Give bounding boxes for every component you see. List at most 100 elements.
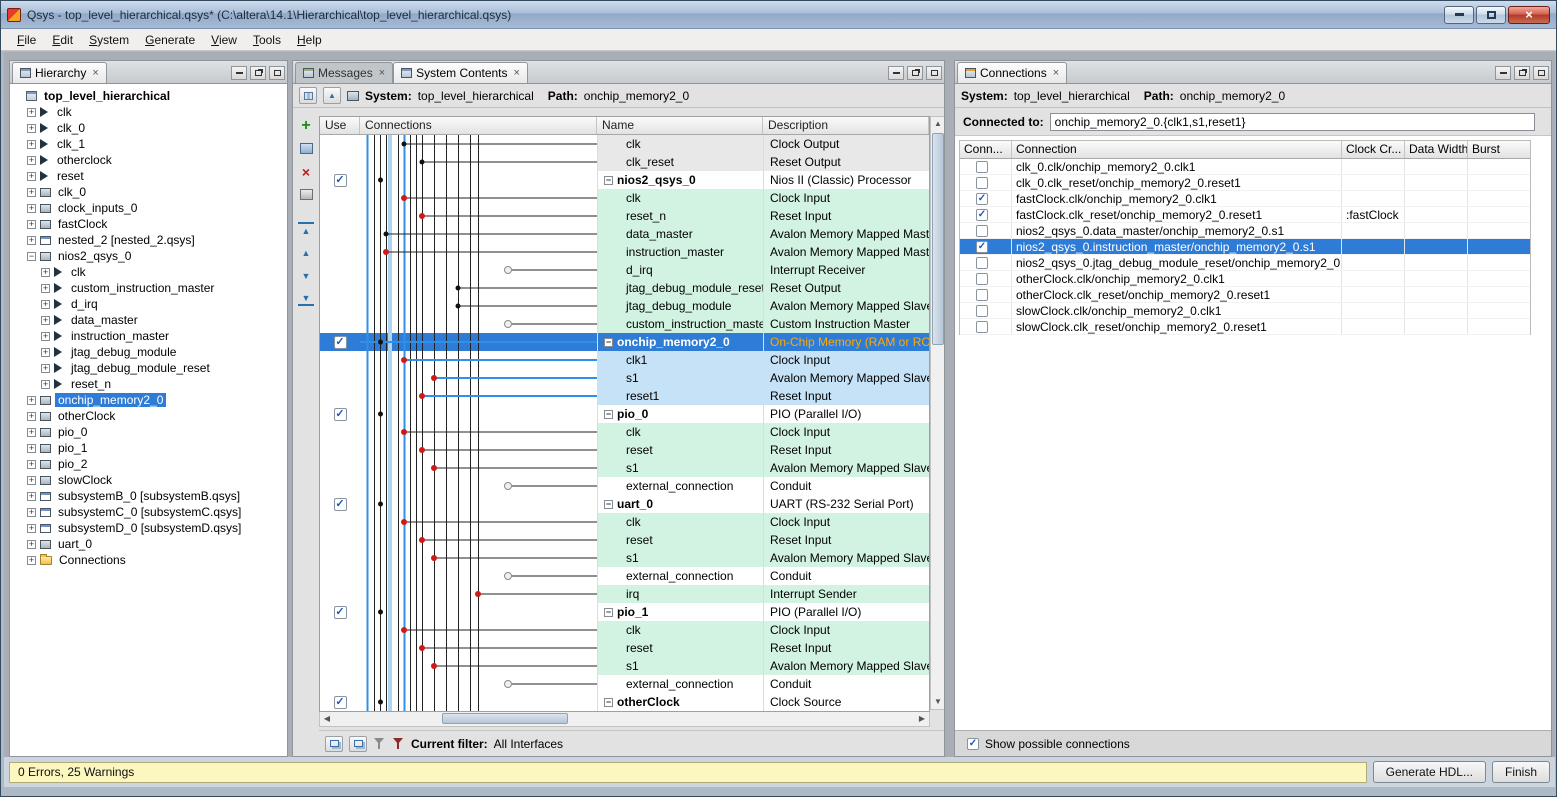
- expand-box[interactable]: +: [27, 524, 36, 533]
- expand-box[interactable]: +: [27, 492, 36, 501]
- expand-box[interactable]: +: [41, 332, 50, 341]
- scroll-up-icon[interactable]: ▲: [931, 117, 945, 131]
- contents-row[interactable]: irqInterrupt Sender: [320, 585, 929, 603]
- tree-item[interactable]: +otherclock: [12, 152, 285, 168]
- expand-box[interactable]: +: [41, 316, 50, 325]
- tree-item[interactable]: +pio_0: [12, 424, 285, 440]
- move-up-button[interactable]: ▲: [298, 245, 314, 260]
- expand-box[interactable]: +: [27, 476, 36, 485]
- connection-checkbox[interactable]: [976, 161, 988, 173]
- contents-row[interactable]: s1Avalon Memory Mapped Slave: [320, 657, 929, 675]
- tree-item[interactable]: +slowClock: [12, 472, 285, 488]
- tree-item[interactable]: +custom_instruction_master: [12, 280, 285, 296]
- connection-row[interactable]: ✓fastClock.clk_reset/onchip_memory2_0.re…: [960, 207, 1530, 223]
- tab-messages[interactable]: Messages ×: [295, 62, 393, 83]
- tree-item[interactable]: +jtag_debug_module: [12, 344, 285, 360]
- show-possible-connections-checkbox[interactable]: ✓: [967, 738, 979, 750]
- tree-item[interactable]: +fastClock: [12, 216, 285, 232]
- tree-item[interactable]: +Connections: [12, 552, 285, 568]
- generate-hdl-button[interactable]: Generate HDL...: [1373, 761, 1486, 783]
- connection-checkbox[interactable]: [976, 289, 988, 301]
- connection-row[interactable]: slowClock.clk/onchip_memory2_0.clk1: [960, 303, 1530, 319]
- expand-box[interactable]: +: [27, 220, 36, 229]
- tree-item[interactable]: +jtag_debug_module_reset: [12, 360, 285, 376]
- column-header-connections[interactable]: Connections: [360, 117, 597, 134]
- expand-box[interactable]: +: [27, 172, 36, 181]
- status-message[interactable]: 0 Errors, 25 Warnings: [9, 762, 1367, 783]
- collapse-box[interactable]: −: [27, 252, 36, 261]
- tree-item[interactable]: +reset_n: [12, 376, 285, 392]
- remove-component-button[interactable]: ×: [298, 164, 314, 179]
- column-header-name[interactable]: Name: [597, 117, 763, 134]
- clear-filter-icon[interactable]: [392, 737, 405, 750]
- tree-item[interactable]: +nested_2 [nested_2.qsys]: [12, 232, 285, 248]
- connection-checkbox[interactable]: [976, 177, 988, 189]
- connection-row[interactable]: slowClock.clk_reset/onchip_memory2_0.res…: [960, 319, 1530, 335]
- tree-item[interactable]: +instruction_master: [12, 328, 285, 344]
- contents-row[interactable]: d_irqInterrupt Receiver: [320, 261, 929, 279]
- column-header-description[interactable]: Description: [763, 117, 929, 134]
- contents-row[interactable]: external_connectionConduit: [320, 567, 929, 585]
- tab-hierarchy[interactable]: Hierarchy ×: [12, 62, 107, 83]
- expand-box[interactable]: +: [41, 268, 50, 277]
- parent-system-button[interactable]: ▲: [323, 87, 341, 104]
- contents-row[interactable]: clkClock Output: [320, 135, 929, 153]
- expand-box[interactable]: +: [27, 236, 36, 245]
- connection-checkbox[interactable]: ✓: [976, 193, 988, 205]
- menu-help[interactable]: Help: [289, 30, 330, 50]
- connection-checkbox[interactable]: ✓: [976, 209, 988, 221]
- use-checkbox[interactable]: ✓: [334, 606, 347, 619]
- contents-row[interactable]: ✓−onchip_memory2_0On-Chip Memory (RAM or…: [320, 333, 929, 351]
- connection-row[interactable]: clk_0.clk/onchip_memory2_0.clk1: [960, 159, 1530, 175]
- column-header-connection[interactable]: Connection: [1012, 141, 1342, 158]
- contents-row[interactable]: clk1Clock Input: [320, 351, 929, 369]
- scroll-left-icon[interactable]: ◀: [320, 712, 334, 725]
- tab-system-contents[interactable]: System Contents ×: [393, 62, 528, 83]
- column-header-conn[interactable]: Conn...: [960, 141, 1012, 158]
- close-tab-icon[interactable]: ×: [92, 67, 98, 79]
- connection-row[interactable]: nios2_qsys_0.data_master/onchip_memory2_…: [960, 223, 1530, 239]
- view-toggle-button[interactable]: [299, 87, 317, 104]
- tree-item[interactable]: +uart_0: [12, 536, 285, 552]
- expand-box[interactable]: +: [27, 204, 36, 213]
- close-tab-icon[interactable]: ×: [514, 67, 520, 79]
- connection-row[interactable]: nios2_qsys_0.jtag_debug_module_reset/onc…: [960, 255, 1530, 271]
- tree-item[interactable]: +clock_inputs_0: [12, 200, 285, 216]
- connection-checkbox[interactable]: ✓: [976, 241, 988, 253]
- contents-row[interactable]: custom_instruction_masterCustom Instruct…: [320, 315, 929, 333]
- collapse-box[interactable]: −: [604, 338, 613, 347]
- contents-row[interactable]: ✓−nios2_qsys_0Nios II (Classic) Processo…: [320, 171, 929, 189]
- expand-box[interactable]: +: [27, 540, 36, 549]
- tree-item[interactable]: +clk_0: [12, 120, 285, 136]
- expand-box[interactable]: +: [27, 124, 36, 133]
- connection-row[interactable]: ✓nios2_qsys_0.instruction_master/onchip_…: [960, 239, 1530, 255]
- contents-row[interactable]: jtag_debug_module_resetReset Output: [320, 279, 929, 297]
- expand-box[interactable]: +: [41, 380, 50, 389]
- use-checkbox[interactable]: ✓: [334, 408, 347, 421]
- dock-float-button[interactable]: [1514, 66, 1530, 80]
- collapse-box[interactable]: −: [604, 176, 613, 185]
- expand-box[interactable]: +: [27, 444, 36, 453]
- contents-row[interactable]: clkClock Input: [320, 621, 929, 639]
- use-checkbox[interactable]: ✓: [334, 174, 347, 187]
- use-checkbox[interactable]: ✓: [334, 696, 347, 709]
- menu-tools[interactable]: Tools: [245, 30, 289, 50]
- dock-maximize-button[interactable]: [926, 66, 942, 80]
- menu-generate[interactable]: Generate: [137, 30, 203, 50]
- contents-row[interactable]: external_connectionConduit: [320, 477, 929, 495]
- edit-component-button[interactable]: [298, 141, 314, 156]
- expand-box[interactable]: +: [27, 188, 36, 197]
- collapse-box[interactable]: −: [604, 500, 613, 509]
- scroll-down-icon[interactable]: ▼: [931, 695, 945, 709]
- contents-row[interactable]: external_connectionConduit: [320, 675, 929, 693]
- close-tab-icon[interactable]: ×: [1053, 67, 1059, 79]
- expand-box[interactable]: +: [41, 284, 50, 293]
- connection-checkbox[interactable]: [976, 305, 988, 317]
- contents-row[interactable]: jtag_debug_moduleAvalon Memory Mapped Sl…: [320, 297, 929, 315]
- expand-box[interactable]: +: [27, 460, 36, 469]
- dock-float-button[interactable]: [907, 66, 923, 80]
- connection-row[interactable]: otherClock.clk_reset/onchip_memory2_0.re…: [960, 287, 1530, 303]
- close-button[interactable]: ×: [1508, 6, 1550, 24]
- vertical-scrollbar[interactable]: ▲ ▼: [930, 116, 945, 710]
- column-header-data-width[interactable]: Data Width: [1405, 141, 1468, 158]
